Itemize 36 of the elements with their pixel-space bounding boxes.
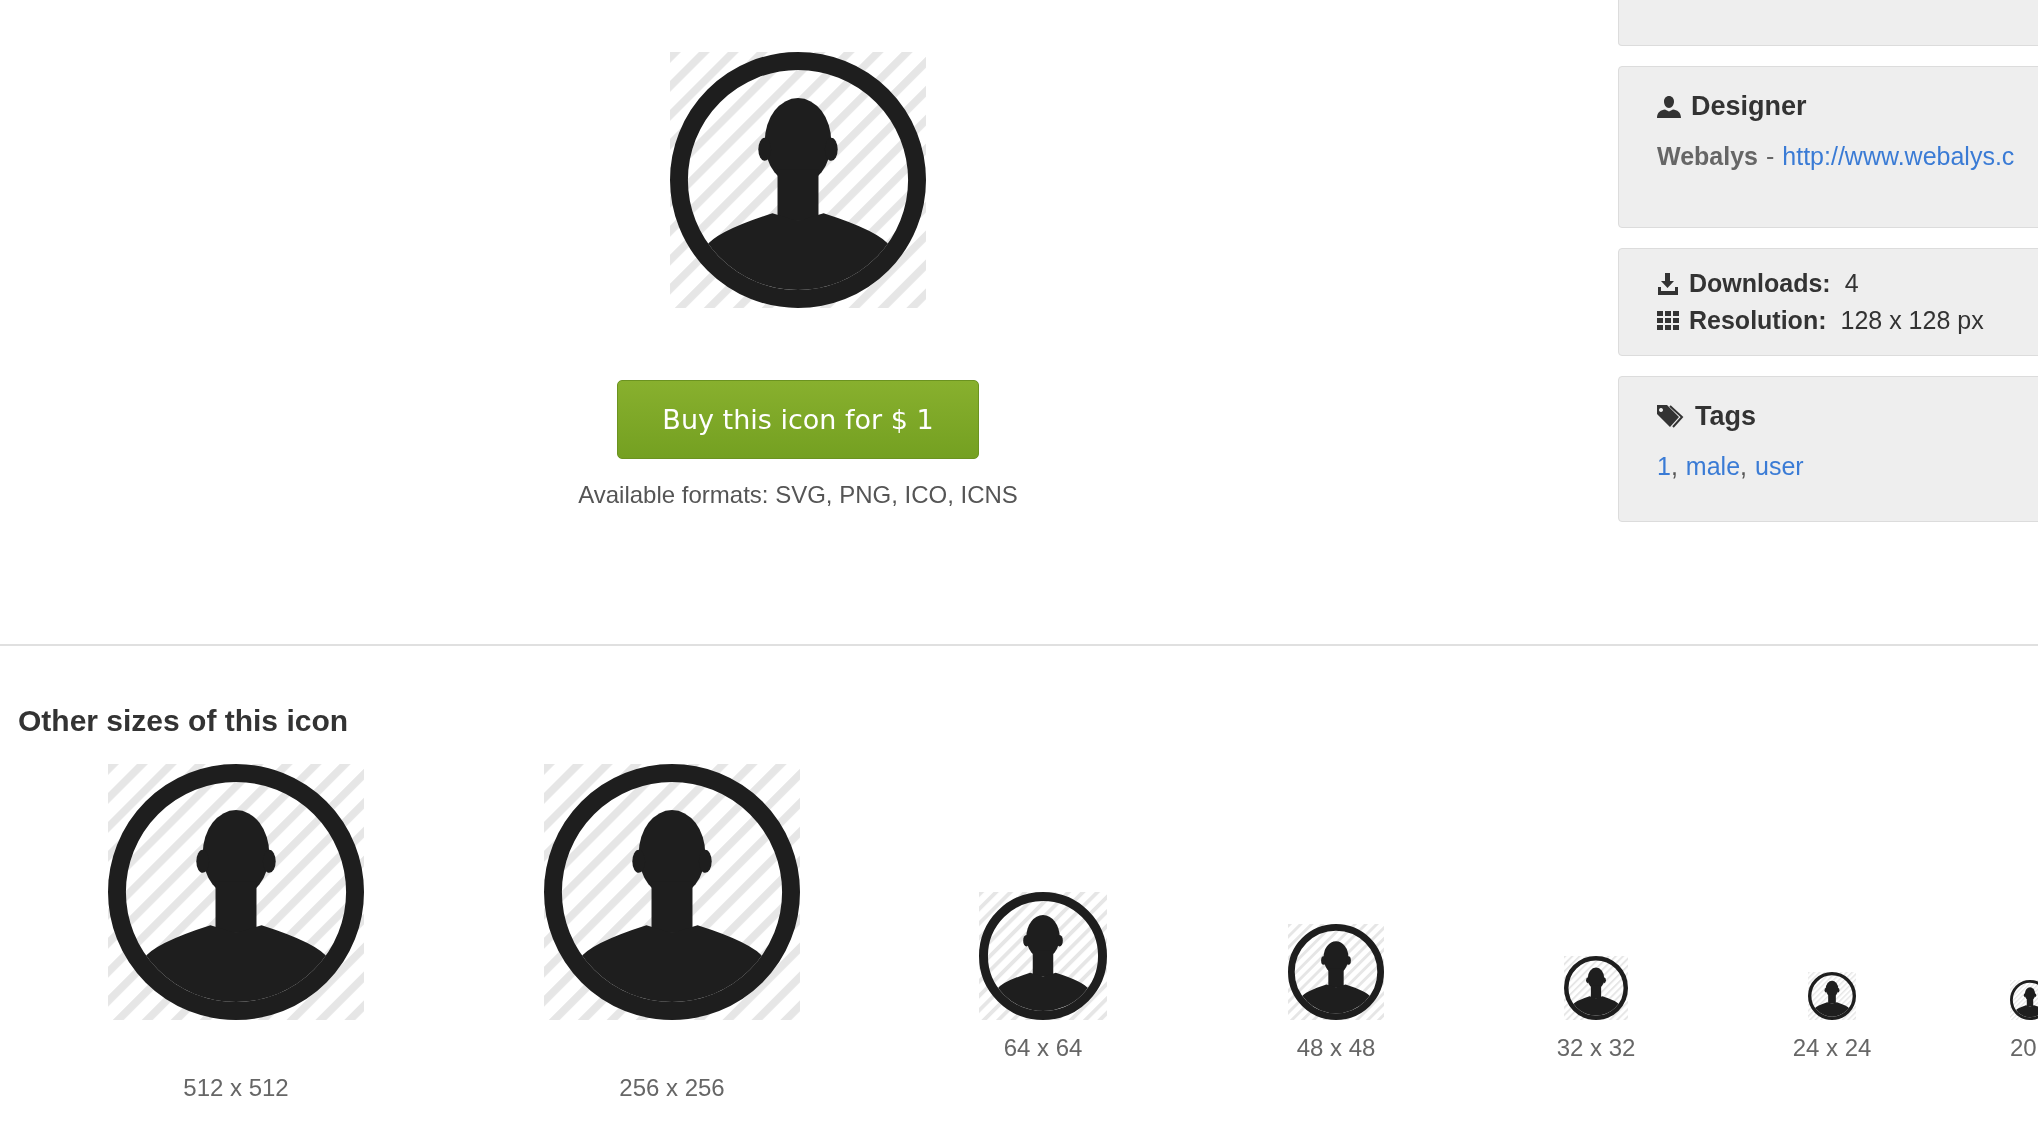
user-avatar-icon[interactable] <box>544 764 800 1020</box>
size-label: 20 <box>2010 1034 2037 1062</box>
grid-icon <box>1657 310 1679 331</box>
size-label: 256 x 256 <box>619 1074 725 1102</box>
size-label: 32 x 32 <box>1556 1034 1636 1062</box>
section-heading: Other sizes of this icon <box>18 704 350 738</box>
stat-value: 4 <box>1844 269 1859 298</box>
size-label: 64 x 64 <box>1003 1034 1083 1062</box>
user-avatar-icon[interactable] <box>1808 972 1856 1020</box>
size-label: 24 x 24 <box>1792 1034 1872 1062</box>
stat-value: 128 x 128 px <box>1840 306 1984 335</box>
separator-text: , <box>1740 452 1747 481</box>
user-avatar-icon[interactable] <box>2010 980 2038 1020</box>
size-label: 512 x 512 <box>183 1074 289 1102</box>
user-avatar-icon <box>670 52 926 308</box>
stat-label: Downloads: <box>1689 269 1831 298</box>
tag-link[interactable]: 1 <box>1657 452 1671 481</box>
user-avatar-icon[interactable] <box>1288 924 1384 1020</box>
download-icon <box>1657 272 1679 295</box>
tags-icon <box>1657 404 1685 429</box>
card-title: Tags <box>1695 401 1756 432</box>
designer-link[interactable]: http://www.webalys.c <box>1782 142 2015 171</box>
separator-text: , <box>1670 452 1678 481</box>
buy-button[interactable]: Buy this icon for $ 1 <box>617 380 979 459</box>
available-formats-text: Available formats: SVG, PNG, ICO, ICNS <box>578 481 1018 509</box>
size-label: 48 x 48 <box>1296 1034 1376 1062</box>
user-avatar-icon[interactable] <box>108 764 364 1020</box>
designer-name: Webalys <box>1657 142 1758 171</box>
separator-text: - <box>1766 142 1775 171</box>
tag-link[interactable]: male <box>1685 452 1741 481</box>
user-avatar-icon[interactable] <box>979 892 1107 1020</box>
stat-label: Resolution: <box>1689 306 1827 335</box>
tag-link[interactable]: user <box>1755 452 1804 481</box>
card-title: Designer <box>1691 91 1807 122</box>
user-avatar-icon[interactable] <box>1564 956 1628 1020</box>
user-icon <box>1657 95 1681 118</box>
